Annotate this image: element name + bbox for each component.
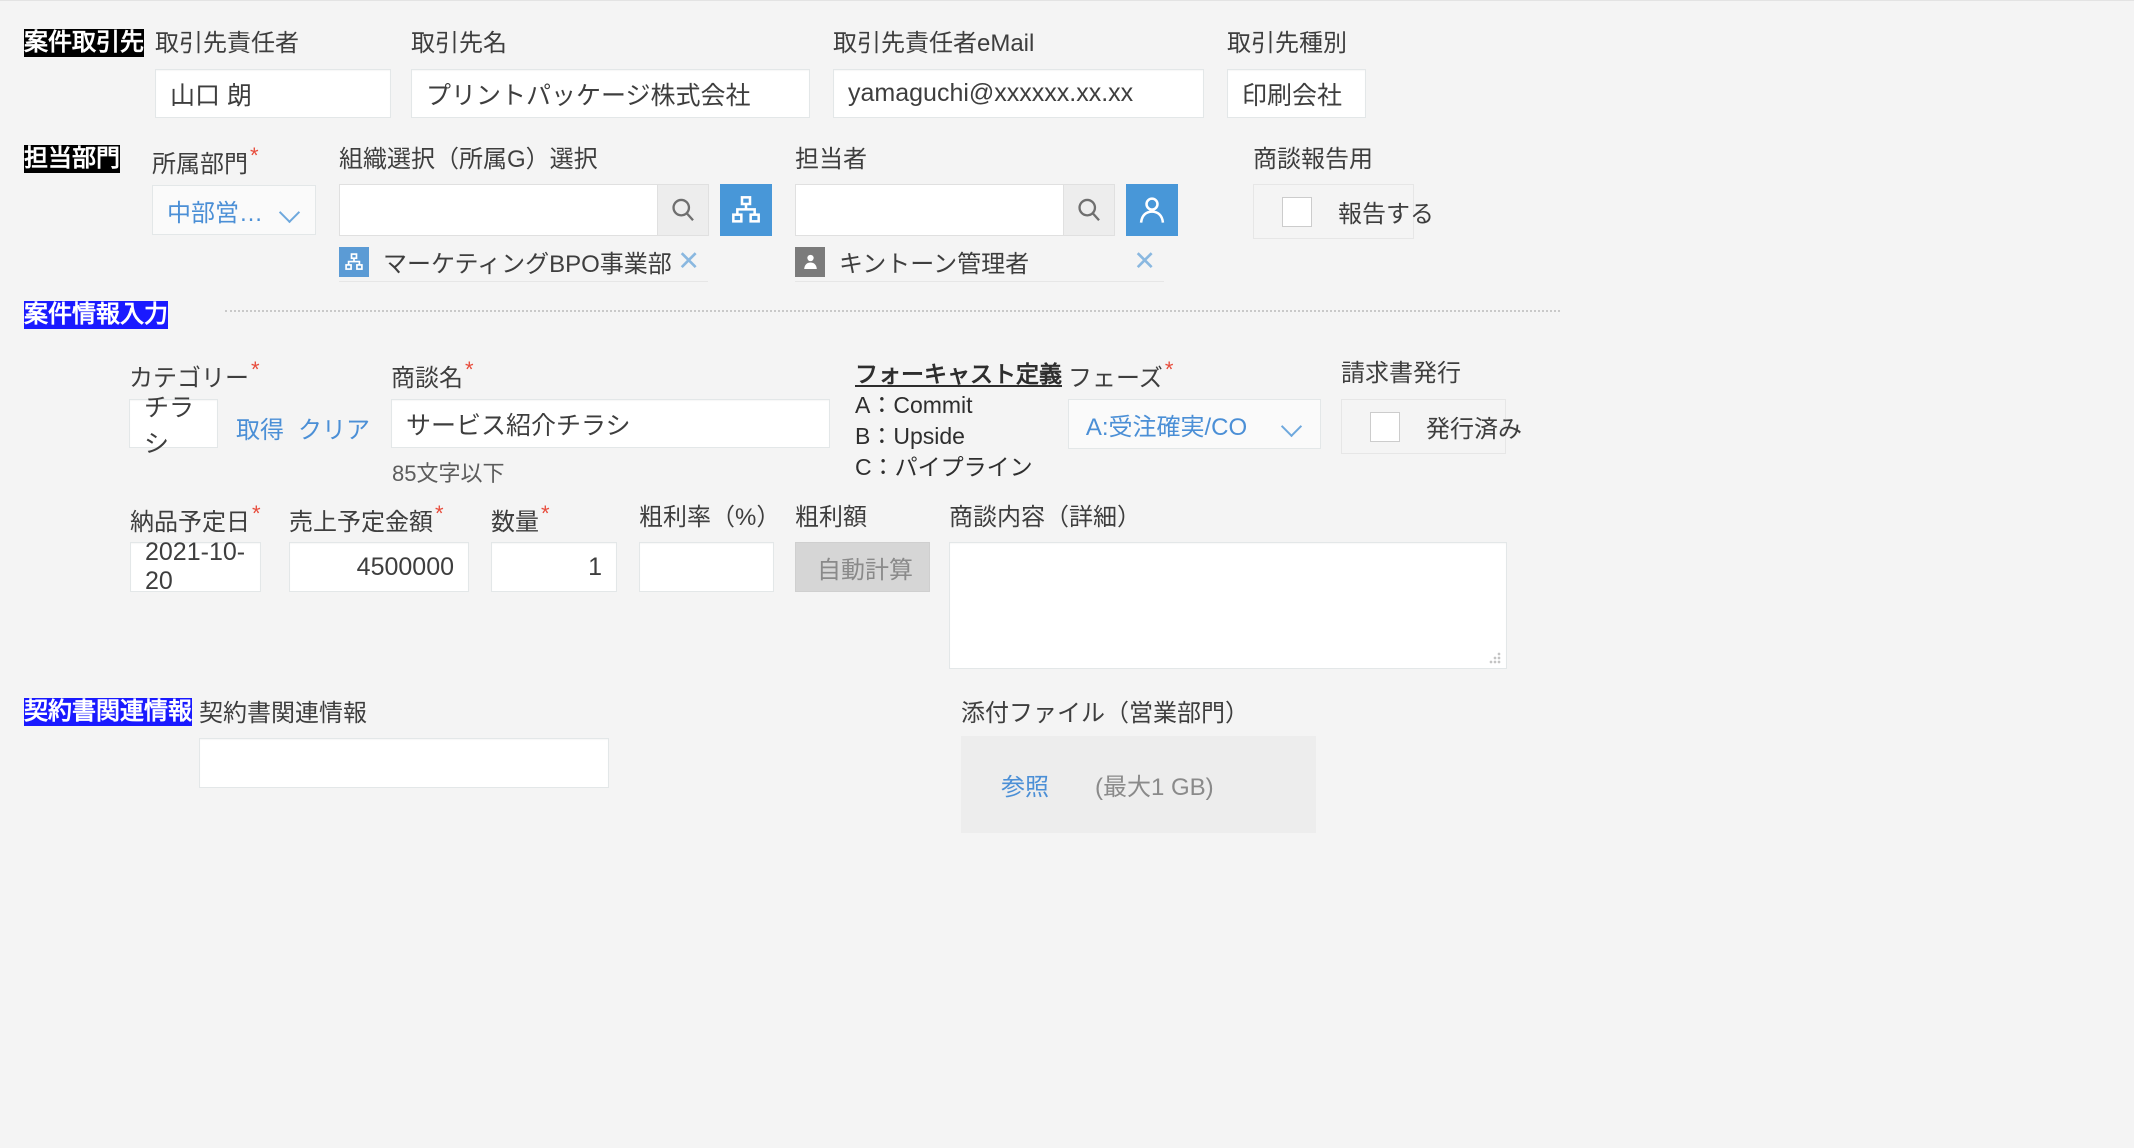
checkbox-invoice[interactable] [1370, 412, 1400, 442]
input-sales-amount[interactable]: 4500000 [289, 542, 469, 592]
section-label-case-info: 案件情報入力 [24, 301, 168, 329]
input-delivery-date[interactable]: 2021-10-20 [130, 542, 261, 592]
checkbox-report-group[interactable]: 報告する [1253, 184, 1414, 239]
label-customer-email: 取引先責任者eMail [833, 29, 1034, 59]
required-marker: * [252, 501, 261, 526]
label-contract-info: 契約書関連情報 [199, 699, 367, 729]
label-sales-amount: 売上予定金額* [289, 503, 444, 538]
input-customer-email[interactable]: yamaguchi@xxxxxx.xx.xx [833, 69, 1204, 118]
label-sales-amount-text: 売上予定金額 [289, 509, 433, 536]
input-category[interactable]: チラシ [129, 399, 218, 448]
section-label-customer: 案件取引先 [24, 29, 144, 57]
required-marker: * [251, 357, 260, 382]
resize-handle-icon[interactable] [1489, 652, 1501, 664]
org-chart-icon [339, 247, 369, 277]
label-invoice-issued: 請求書発行 [1341, 359, 1461, 389]
required-marker: * [1165, 357, 1174, 382]
label-attachment: 添付ファイル（営業部門） [961, 699, 1249, 729]
chevron-down-icon [281, 205, 301, 216]
label-belong-department: 所属部門* [152, 145, 259, 180]
label-phase-text: フェーズ [1068, 365, 1163, 392]
label-quantity: 数量* [491, 503, 550, 538]
org-search-button[interactable] [657, 184, 709, 236]
attachment-size-note: (最大1 GB) [1095, 767, 1214, 802]
label-phase: フェーズ* [1068, 359, 1173, 394]
close-icon[interactable]: ✕ [677, 248, 708, 275]
required-marker: * [541, 501, 550, 526]
chip-assignee-selected: キントーン管理者 ✕ [795, 242, 1164, 282]
input-contract-info[interactable] [199, 738, 609, 788]
label-assignee: 担当者 [795, 145, 867, 175]
opportunity-form-page: 案件取引先 取引先責任者 山口 朗 取引先名 プリントパッケージ株式会社 取引先… [0, 0, 2134, 1148]
section-label-contract: 契約書関連情報 [24, 698, 192, 726]
label-quantity-text: 数量 [491, 509, 539, 536]
label-belong-department-text: 所属部門 [152, 151, 248, 178]
input-gross-amount: 自動計算 [795, 542, 930, 592]
search-icon [1075, 196, 1103, 224]
link-category-clear[interactable]: クリア [298, 410, 370, 445]
label-customer-type: 取引先種別 [1227, 29, 1347, 59]
input-deal-name[interactable]: サービス紹介チラシ [391, 399, 830, 448]
close-icon[interactable]: ✕ [1133, 248, 1164, 275]
label-deal-name-text: 商談名 [391, 365, 463, 392]
chip-assignee-name: キントーン管理者 [839, 244, 1029, 279]
chip-org-name: マーケティングBPO事業部 [383, 244, 672, 279]
label-deal-name: 商談名* [391, 359, 474, 394]
forecast-definition-title: フォーキャスト定義 [855, 359, 1062, 390]
input-customer-company[interactable]: プリントパッケージ株式会社 [411, 69, 810, 118]
dropdown-phase-value: A:受注確実/CO [1086, 407, 1247, 442]
person-icon [1136, 194, 1168, 226]
section-divider [225, 310, 1560, 312]
input-assignee-search[interactable] [795, 184, 1063, 236]
org-picker-button[interactable] [720, 184, 772, 236]
label-delivery-date-text: 納品予定日 [130, 509, 250, 536]
dropdown-phase[interactable]: A:受注確実/CO [1068, 399, 1321, 449]
section-label-department: 担当部門 [24, 145, 120, 173]
label-gross-rate: 粗利率（%） [639, 503, 780, 533]
link-category-fetch[interactable]: 取得 [236, 410, 284, 445]
input-customer-manager[interactable]: 山口 朗 [155, 69, 391, 118]
assignee-search-button[interactable] [1063, 184, 1115, 236]
chip-org-selected: マーケティングBPO事業部 ✕ [339, 242, 708, 282]
textarea-deal-detail[interactable] [949, 542, 1507, 669]
required-marker: * [250, 143, 259, 168]
person-icon [795, 247, 825, 277]
label-customer-manager: 取引先責任者 [155, 29, 299, 59]
org-select-search-group [339, 184, 772, 236]
required-marker: * [465, 357, 474, 382]
label-delivery-date: 納品予定日* [130, 503, 261, 538]
input-org-search[interactable] [339, 184, 657, 236]
helper-deal-name: 85文字以下 [392, 456, 504, 488]
forecast-definition-block: フォーキャスト定義 A：Commit B：Upside C：パイプライン [855, 359, 1062, 483]
chevron-down-icon [1283, 419, 1303, 430]
required-marker: * [435, 501, 444, 526]
org-chart-icon [730, 194, 762, 226]
assignee-picker-button[interactable] [1126, 184, 1178, 236]
forecast-definition-line-b: B：Upside [855, 421, 1062, 452]
input-customer-type[interactable]: 印刷会社 [1227, 69, 1366, 118]
label-customer-company: 取引先名 [411, 29, 507, 59]
input-gross-rate[interactable] [639, 542, 774, 592]
input-quantity[interactable]: 1 [491, 542, 617, 592]
label-gross-amount: 粗利額 [795, 503, 867, 533]
search-icon [669, 196, 697, 224]
label-org-select: 組織選択（所属G）選択 [339, 145, 598, 175]
checkbox-invoice-label: 発行済み [1426, 409, 1522, 444]
dropdown-belong-department[interactable]: 中部営… [152, 185, 316, 235]
attachment-dropzone[interactable]: 参照 (最大1 GB) [961, 736, 1316, 833]
checkbox-report-label: 報告する [1338, 194, 1434, 229]
dropdown-belong-department-value: 中部営… [167, 193, 263, 228]
label-deal-detail: 商談内容（詳細） [949, 503, 1141, 533]
forecast-definition-line-a: A：Commit [855, 390, 1062, 421]
assignee-search-group [795, 184, 1178, 236]
forecast-definition-line-c: C：パイプライン [855, 452, 1062, 483]
checkbox-report[interactable] [1282, 197, 1312, 227]
label-report-flag: 商談報告用 [1253, 145, 1373, 175]
link-attachment-browse[interactable]: 参照 [1001, 767, 1049, 802]
checkbox-invoice-group[interactable]: 発行済み [1341, 399, 1506, 454]
